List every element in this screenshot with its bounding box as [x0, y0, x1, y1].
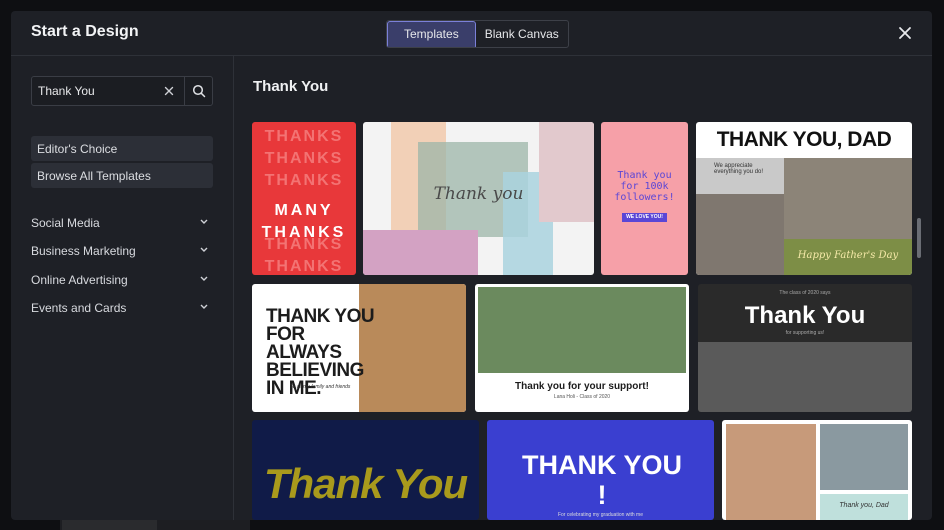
start-design-dialog: Start a Design Templates Blank Canvas Th… [11, 11, 932, 520]
template-text: Thank you [433, 184, 524, 204]
template-gallery: Thank You THANKS THANKS THANKS MANY THANKS… [234, 56, 932, 520]
paint-stroke [363, 230, 478, 275]
editors-choice-button[interactable]: Editor's Choice [31, 136, 213, 161]
template-text: Thank you for 100k followers! [614, 170, 675, 203]
chevron-down-icon [200, 304, 208, 309]
clear-search-button[interactable] [162, 84, 176, 98]
template-subtext: Lana Holi - Class of 2020 [553, 394, 611, 400]
template-card-thank-you-support[interactable]: Thank you for your support! Lana Holi - … [475, 284, 689, 412]
template-text: Thank You [263, 460, 468, 507]
gallery-scrollbar[interactable] [917, 218, 921, 258]
search-input[interactable]: Thank You [38, 84, 95, 98]
sidebar: Thank You Editor's Choice Browse All Tem… [11, 56, 234, 520]
template-card-thank-you-followers[interactable]: Thank you for 100k followers! WE LOVE YO… [601, 122, 688, 275]
category-label: Online Advertising [31, 273, 128, 287]
search-button[interactable] [184, 77, 213, 105]
template-text: THANK YOU, DAD [716, 128, 892, 151]
template-subtext: For celebrating my graduation with me [557, 512, 644, 518]
photo-graduates-crowd [698, 342, 912, 412]
category-online-advertising[interactable]: Online Advertising [31, 271, 209, 289]
template-subtext: for supporting us! [785, 330, 825, 336]
results-heading: Thank You [253, 78, 329, 95]
template-card-thank-you-graduates[interactable]: The class of 2020 says Thank You for sup… [698, 284, 912, 412]
mode-tabs: Templates Blank Canvas [386, 20, 569, 48]
tab-blank-canvas[interactable]: Blank Canvas [476, 21, 568, 47]
category-label: Business Marketing [31, 244, 136, 258]
dialog-title: Start a Design [31, 23, 139, 40]
template-card-thank-you-brush[interactable]: Thank you [363, 122, 594, 275]
template-bg-text: THANKS THANKS THANKS [264, 128, 344, 189]
template-card-thank-you-believing[interactable]: THANK YOU FOR ALWAYS BELIEVING IN ME. To… [252, 284, 466, 412]
template-caption-box: Thank you, Dad [820, 494, 908, 520]
template-text: THANK YOU ! [522, 450, 683, 510]
browse-all-templates-button[interactable]: Browse All Templates [31, 163, 213, 188]
category-label: Events and Cards [31, 301, 127, 315]
template-text-box: We appreciate everything you do! [696, 158, 784, 194]
template-footer-box: Happy Father's Day [784, 239, 912, 275]
template-subtext: To all my family and friends [290, 384, 351, 390]
paint-stroke [539, 122, 594, 222]
clear-icon [164, 86, 174, 96]
category-business-marketing[interactable]: Business Marketing [31, 242, 209, 260]
template-bg-text: THANKS THANKS [264, 236, 344, 275]
photo-dad-child [726, 424, 816, 520]
template-subtext: We appreciate everything you do! [714, 163, 764, 175]
editors-choice-label: Editor's Choice [37, 142, 118, 156]
template-text: Thank you for your support! [515, 381, 649, 392]
dialog-header: Start a Design Templates Blank Canvas [11, 11, 932, 56]
template-card-thank-you-fireworks[interactable]: THANK YOU ! For celebrating my graduatio… [487, 420, 714, 520]
category-social-media[interactable]: Social Media [31, 214, 209, 232]
category-label: Social Media [31, 216, 100, 230]
chevron-down-icon [200, 219, 208, 224]
photo-dad-baby [820, 424, 908, 490]
template-subtext-top: The class of 2020 says [779, 290, 831, 296]
chevron-down-icon [200, 276, 208, 281]
browse-all-label: Browse All Templates [37, 169, 151, 183]
template-card-thank-you-dad[interactable]: THANK YOU, DAD We appreciate everything … [696, 122, 912, 275]
tab-templates[interactable]: Templates [387, 21, 476, 47]
template-footer-text: Happy Father's Day [797, 250, 899, 261]
category-events-and-cards[interactable]: Events and Cards [31, 299, 209, 317]
template-text: Thank You [744, 302, 866, 329]
template-card-thank-you-stars[interactable]: Thank You [252, 420, 479, 520]
photo-family [696, 194, 784, 275]
template-card-thank-you-dad-photos[interactable]: Thank you, Dad [722, 420, 912, 520]
search-icon [192, 84, 206, 98]
template-card-many-thanks[interactable]: THANKS THANKS THANKS MANY THANKS THANKS THA… [252, 122, 356, 275]
photo-graduate [478, 287, 686, 373]
photo-father-son [784, 158, 912, 239]
template-button: WE LOVE YOU! [622, 213, 667, 222]
template-search: Thank You [31, 76, 213, 106]
template-text: Thank you, Dad [839, 502, 889, 509]
close-icon [899, 27, 911, 39]
chevron-down-icon [200, 247, 208, 252]
close-button[interactable] [897, 25, 913, 41]
